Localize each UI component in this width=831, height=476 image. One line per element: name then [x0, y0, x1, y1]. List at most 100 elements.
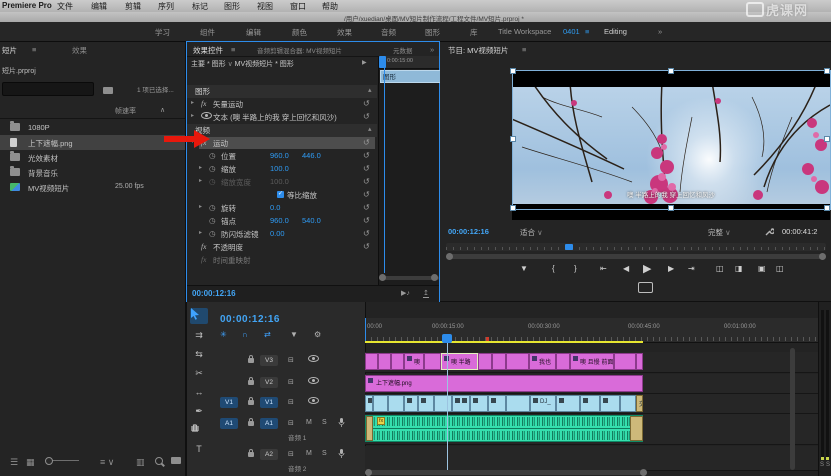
reset-icon[interactable]: ↺ — [363, 99, 370, 108]
effect-row-锚点[interactable]: ◷锚点960.0540.0↺ — [187, 215, 377, 228]
scroll-knob-right[interactable] — [640, 469, 647, 476]
reset-icon[interactable]: ↺ — [363, 164, 370, 173]
clip-graphic[interactable] — [424, 353, 441, 370]
transform-handle[interactable] — [510, 68, 516, 74]
effect-row-运动[interactable]: ▾fx运动↺ — [187, 137, 377, 150]
automate-to-sequence-icon[interactable]: ▥ — [136, 457, 145, 468]
menu-item-9[interactable]: 帮助 — [322, 1, 338, 12]
stopwatch-icon[interactable]: ◷ — [209, 151, 216, 160]
source-patch-v1[interactable]: V1 — [220, 397, 238, 408]
timeline-playhead[interactable] — [442, 334, 452, 343]
clip-video[interactable] — [470, 395, 488, 412]
clip-graphic[interactable] — [391, 353, 404, 370]
stopwatch-icon[interactable]: ◷ — [209, 164, 216, 173]
menu-item-5[interactable]: 标记 — [192, 1, 208, 12]
reset-icon[interactable]: ↺ — [363, 229, 370, 238]
linked-selection-icon[interactable]: ⇄ — [264, 330, 271, 339]
sync-lock-icon[interactable]: ⊟ — [288, 398, 294, 406]
clip-video[interactable] — [365, 395, 373, 412]
selection-tool[interactable] — [190, 308, 208, 324]
voiceover-mic-icon[interactable] — [338, 449, 345, 459]
menu-item-6[interactable]: 图形 — [224, 1, 240, 12]
workspace-tab-editing[interactable]: Editing — [604, 27, 627, 36]
keyframe-lane[interactable]: 0:00:15:00 图形 — [378, 56, 439, 287]
tab-audio-mixer[interactable]: 音频剪辑混合器: MV视频短片 — [257, 45, 342, 55]
settings-wrench-icon[interactable] — [764, 227, 774, 237]
lock-icon[interactable] — [248, 380, 254, 385]
reset-icon[interactable]: ↺ — [363, 242, 370, 251]
lock-icon[interactable] — [248, 358, 254, 363]
clip-graphic-我也[interactable]: 我也 — [529, 353, 556, 370]
sync-lock-icon[interactable]: ⊟ — [288, 419, 294, 427]
effect-row-旋转[interactable]: ▸◷旋转0.0↺ — [187, 202, 377, 215]
transform-handle[interactable] — [510, 205, 516, 211]
tab-metadata[interactable]: 元数据 — [393, 45, 413, 55]
step-back-button[interactable]: ◀ — [623, 264, 629, 273]
workspace-tab-1[interactable]: 组件 — [200, 27, 215, 38]
menu-item-8[interactable]: 窗口 — [290, 1, 306, 12]
project-tab-menu-icon[interactable]: ≡ — [32, 45, 36, 54]
go-to-in-button[interactable]: ⇤ — [600, 264, 607, 273]
tab-program-monitor[interactable]: 节目: MV视频短片 — [448, 45, 508, 56]
clip-video-DJ_[interactable]: DJ_ — [530, 395, 556, 412]
effect-controls-menu-icon[interactable]: ≡ — [231, 45, 235, 54]
clip-video-交[interactable]: 交 — [636, 395, 643, 412]
audio-fx-badge[interactable]: fx — [377, 417, 385, 425]
lift-button[interactable]: ◫ — [716, 264, 724, 273]
program-monitor-viewport[interactable]: 噢 半路上的我 穿上回忆和风沙 — [512, 70, 830, 220]
workspace-menu-icon[interactable]: ≡ — [585, 27, 589, 36]
clip-audio-music[interactable]: fx — [365, 415, 643, 442]
value-field[interactable]: 0.0 — [270, 203, 280, 212]
track-select-forward-tool[interactable]: ⇉ — [190, 327, 208, 343]
clip-graphic[interactable] — [636, 353, 643, 370]
search-bin-icon[interactable] — [103, 82, 113, 100]
value-field[interactable]: 100.0 — [270, 177, 289, 186]
clip-graphic[interactable] — [614, 353, 636, 370]
effect-row-时间重映射[interactable]: fx时间重映射 — [187, 254, 377, 267]
clip-video[interactable] — [452, 395, 470, 412]
mute-button[interactable]: M — [306, 450, 312, 457]
track-select-v3[interactable]: V3 — [260, 355, 278, 366]
reset-icon[interactable]: ↺ — [363, 151, 370, 160]
list-item-上下遮幅.png[interactable]: 上下遮幅.png — [0, 135, 185, 150]
workspace-tab-8[interactable]: Title Workspace — [498, 27, 551, 36]
lock-icon[interactable] — [248, 421, 254, 426]
workspace-overflow-icon[interactable]: » — [658, 27, 662, 36]
clip-video[interactable] — [620, 395, 636, 412]
menu-item-4[interactable]: 序列 — [158, 1, 174, 12]
export-frame-button[interactable]: ▣ — [758, 264, 766, 273]
clip-graphic[interactable] — [556, 353, 570, 370]
tab-project[interactable]: 短片 — [2, 45, 17, 56]
reset-icon[interactable]: ↺ — [363, 177, 370, 186]
chevron-right-icon[interactable]: ▸ — [191, 99, 194, 106]
lane-playhead-marker[interactable] — [379, 56, 386, 68]
list-item-MV视频短片[interactable]: MV视频短片25.00 fps — [0, 180, 185, 195]
scroll-knob-left[interactable] — [446, 253, 453, 260]
track-a1[interactable]: fx — [365, 414, 818, 445]
extract-button[interactable]: ◨ — [735, 264, 743, 273]
ripple-edit-tool[interactable]: ⇆ — [190, 346, 208, 362]
type-tool[interactable]: T — [190, 441, 208, 457]
timeline-timecode[interactable]: 00:00:12:16 — [220, 314, 280, 325]
value-field[interactable]: 0.00 — [270, 229, 285, 238]
lane-zoom-scrollbar[interactable] — [379, 276, 439, 280]
effect-row-图形[interactable]: 图形▴ — [187, 85, 377, 98]
menu-item-1[interactable]: 文件 — [57, 1, 73, 12]
razor-tool[interactable]: ✂ — [190, 365, 208, 381]
track-select-v2[interactable]: V2 — [260, 377, 278, 388]
zoom-fit-dropdown[interactable]: 适合 ∨ — [520, 227, 543, 238]
clip-graphic-噢[interactable]: 噢 — [404, 353, 424, 370]
effect-controls-timecode[interactable]: 00:00:12:16 — [192, 289, 236, 298]
workspace-tab-0[interactable]: 学习 — [155, 27, 170, 38]
effect-row-位置[interactable]: ◷位置960.0446.0↺ — [187, 150, 377, 163]
track-v3[interactable]: 噢噢 半路我也噢 且慢 前面 — [365, 352, 818, 373]
clip-graphic[interactable] — [378, 353, 391, 370]
export-icon[interactable]: ↥ — [423, 289, 429, 298]
effect-row-文本 (噢 半路上的我 穿上回忆和风沙)[interactable]: ▸文本 (噢 半路上的我 穿上回忆和风沙)↺ — [187, 111, 377, 124]
effect-row-缩放宽度[interactable]: ▸◷缩放宽度100.0↺ — [187, 176, 377, 189]
checkbox-uniform-scale[interactable]: ✓ — [277, 191, 284, 198]
monitor-menu-icon[interactable]: ≡ — [522, 45, 526, 54]
comparison-view-button[interactable]: ◫ — [776, 264, 784, 273]
nest-indicator-icon[interactable]: ✳ — [220, 330, 227, 339]
reset-icon[interactable]: ↺ — [363, 138, 370, 147]
